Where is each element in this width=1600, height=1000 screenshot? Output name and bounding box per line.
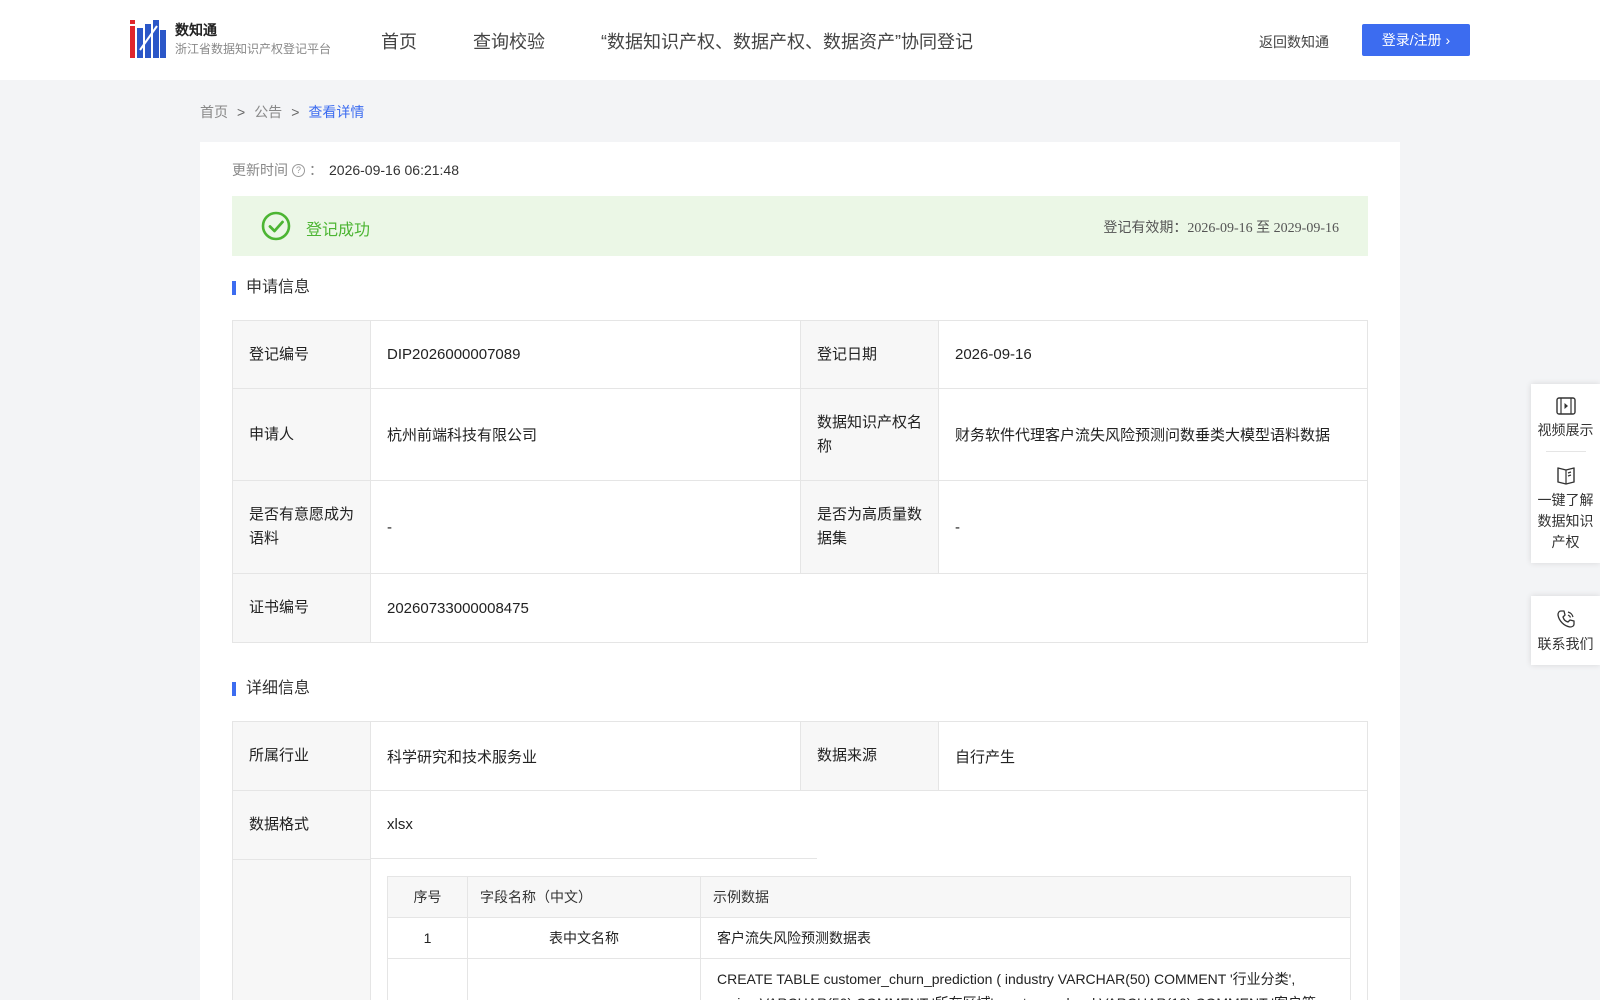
back-to-shuzhitong-link[interactable]: 返回数知通 xyxy=(1259,32,1329,52)
login-register-button[interactable]: 登录/注册 › xyxy=(1362,24,1470,56)
table-row: CREATE TABLE customer_churn_prediction (… xyxy=(387,957,1351,1000)
row-index: 1 xyxy=(387,916,468,959)
row-index xyxy=(387,957,468,1000)
corpus-willing-value: - xyxy=(370,480,801,574)
table-row: 是否有意愿成为语料 - 是否为高质量数据集 - xyxy=(232,480,1368,574)
applicant-label: 申请人 xyxy=(232,388,371,481)
reg-no-label: 登记编号 xyxy=(232,320,371,389)
table-row: 证书编号 20260733000008475 xyxy=(232,573,1368,643)
row-field-name xyxy=(467,957,701,1000)
status-banner: 登记成功 登记有效期：2026-09-16 至 2029-09-16 xyxy=(232,196,1368,256)
col-header-index: 序号 xyxy=(387,875,468,918)
ip-name-value: 财务软件代理客户流失风险预测问数垂类大模型语料数据 xyxy=(938,388,1368,481)
col-header-example: 示例数据 xyxy=(700,875,1351,918)
nav-query-verify[interactable]: 查询校验 xyxy=(473,28,545,54)
breadcrumb-separator: > xyxy=(291,104,300,120)
col-header-field-name: 字段名称（中文） xyxy=(467,875,701,918)
detail-card: 更新时间 ? ： 2026-09-16 06:21:48 登记成功 登记有效期：… xyxy=(200,142,1400,1000)
data-format-value: xlsx xyxy=(370,790,1368,860)
phone-icon xyxy=(1556,610,1575,628)
brand-name: 数知通 xyxy=(175,22,217,38)
video-icon xyxy=(1555,397,1576,415)
apply-info-table: 登记编号 DIP2026000007089 登记日期 2026-09-16 申请… xyxy=(232,320,1368,643)
learn-ip-button[interactable]: 一键了解数据知识产权 xyxy=(1531,452,1600,563)
logo-icon[interactable] xyxy=(130,20,166,58)
table-row: 申请人 杭州前端科技有限公司 数据知识产权名称 财务软件代理客户流失风险预测问数… xyxy=(232,388,1368,481)
high-quality-value: - xyxy=(938,480,1368,574)
table-row: 所属行业 科学研究和技术服务业 数据来源 自行产生 xyxy=(232,721,1368,791)
reg-no-value: DIP2026000007089 xyxy=(370,320,801,389)
fields-cell: 序号 字段名称（中文） 示例数据 1 表中文名称 客户流失风险预测数据表 CRE… xyxy=(370,859,1368,1000)
update-time-row: 更新时间 ? ： 2026-09-16 06:21:48 xyxy=(232,160,459,180)
row-field-name: 表中文名称 xyxy=(467,916,701,959)
table-row: 1 表中文名称 客户流失风险预测数据表 xyxy=(387,916,1351,959)
reg-date-value: 2026-09-16 xyxy=(938,320,1368,389)
nav-co-registration[interactable]: “数据知识产权、数据产权、数据资产”协同登记 xyxy=(601,28,973,54)
fields-header-row: 序号 字段名称（中文） 示例数据 xyxy=(387,875,1351,918)
data-source-label: 数据来源 xyxy=(800,721,939,791)
contact-us-label: 联系我们 xyxy=(1537,636,1594,652)
breadcrumb-home[interactable]: 首页 xyxy=(200,104,228,120)
help-icon[interactable]: ? xyxy=(292,163,305,177)
data-format-text: xlsx xyxy=(371,791,817,860)
breadcrumb: 首页 > 公告 > 查看详情 xyxy=(200,102,364,122)
book-icon xyxy=(1556,467,1575,485)
applicant-value: 杭州前端科技有限公司 xyxy=(370,388,801,481)
update-time-value: 2026-09-16 06:21:48 xyxy=(329,162,459,178)
reg-date-label: 登记日期 xyxy=(800,320,939,389)
check-circle-icon xyxy=(261,211,291,241)
validity-period: 登记有效期：2026-09-16 至 2029-09-16 xyxy=(1103,221,1339,236)
learn-ip-label: 一键了解数据知识产权 xyxy=(1537,492,1594,550)
contact-us-button[interactable]: 联系我们 xyxy=(1531,596,1600,665)
high-quality-label: 是否为高质量数据集 xyxy=(800,480,939,574)
table-row: 序号 字段名称（中文） 示例数据 1 表中文名称 客户流失风险预测数据表 CRE… xyxy=(232,859,1368,1000)
fields-table: 序号 字段名称（中文） 示例数据 1 表中文名称 客户流失风险预测数据表 CRE… xyxy=(387,875,1351,1000)
table-row: 登记编号 DIP2026000007089 登记日期 2026-09-16 xyxy=(232,320,1368,389)
brand-subtitle: 浙江省数据知识产权登记平台 xyxy=(175,42,332,56)
section-title-detail: 详细信息 xyxy=(232,681,310,697)
breadcrumb-current: 查看详情 xyxy=(308,104,365,120)
brand[interactable]: 数知通 浙江省数据知识产权登记平台 xyxy=(175,20,331,58)
section-title-apply: 申请信息 xyxy=(232,280,310,296)
data-source-value: 自行产生 xyxy=(938,721,1368,791)
top-header: 数知通 浙江省数据知识产权登记平台 首页 查询校验 “数据知识产权、数据产权、数… xyxy=(0,0,1600,80)
fields-label-cell xyxy=(232,859,371,1000)
detail-info-table: 所属行业 科学研究和技术服务业 数据来源 自行产生 数据格式 xlsx 序号 字… xyxy=(232,721,1368,1000)
row-example-sql: CREATE TABLE customer_churn_prediction (… xyxy=(700,957,1351,1000)
status-text: 登记成功 xyxy=(306,222,371,239)
floating-contact: 联系我们 xyxy=(1531,596,1600,665)
row-example: 客户流失风险预测数据表 xyxy=(700,916,1351,959)
breadcrumb-announcement[interactable]: 公告 xyxy=(254,104,282,120)
update-time-label: 更新时间 xyxy=(232,162,288,178)
floating-sidebar: 视频展示 一键了解数据知识产权 xyxy=(1531,384,1600,563)
corpus-willing-label: 是否有意愿成为语料 xyxy=(232,480,371,574)
data-format-label: 数据格式 xyxy=(232,790,371,860)
table-row: 数据格式 xlsx xyxy=(232,790,1368,860)
video-showcase-button[interactable]: 视频展示 xyxy=(1531,384,1600,451)
nav-home[interactable]: 首页 xyxy=(381,28,417,54)
update-time-colon: ： xyxy=(309,162,323,178)
video-showcase-label: 视频展示 xyxy=(1537,422,1594,438)
cert-no-value: 20260733000008475 xyxy=(370,573,1368,643)
industry-value: 科学研究和技术服务业 xyxy=(370,721,801,791)
breadcrumb-separator: > xyxy=(237,104,246,120)
cert-no-label: 证书编号 xyxy=(232,573,371,643)
industry-label: 所属行业 xyxy=(232,721,371,791)
ip-name-label: 数据知识产权名称 xyxy=(800,388,939,481)
